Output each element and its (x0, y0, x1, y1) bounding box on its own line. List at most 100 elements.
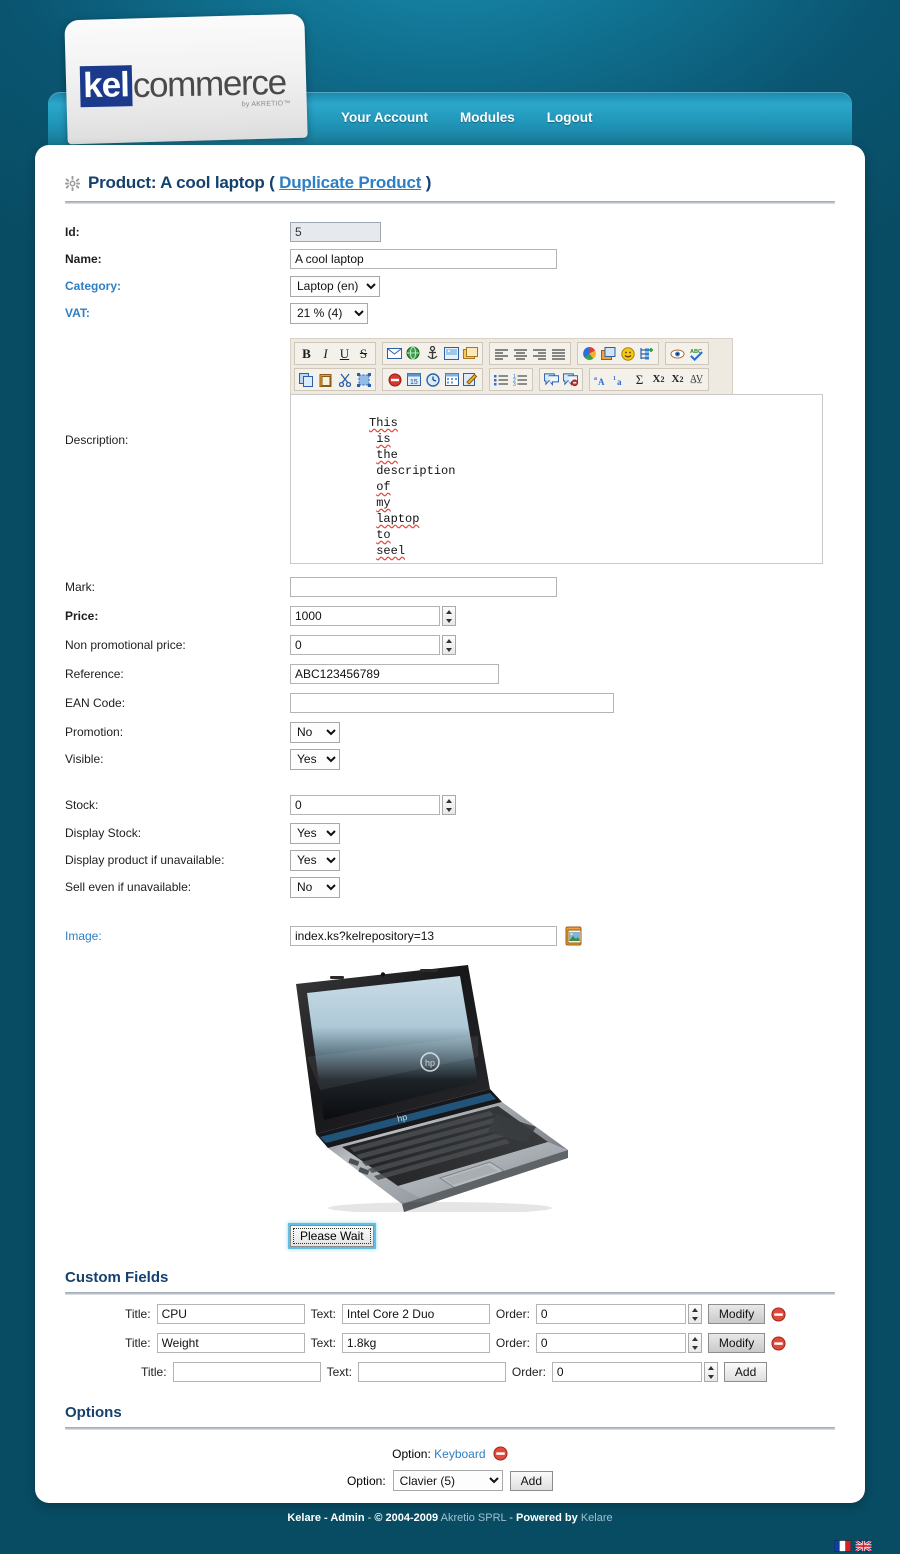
remove-comment-icon[interactable] (562, 371, 579, 388)
reference-input[interactable] (290, 664, 499, 684)
align-justify-icon[interactable] (550, 345, 567, 362)
text-highlight-icon[interactable]: 1a (612, 371, 629, 388)
custom-field-order-input[interactable] (535, 1304, 686, 1324)
flag-fr-icon[interactable] (834, 1540, 851, 1552)
option-select[interactable]: Clavier (5) (392, 1470, 503, 1491)
sell-if-unavailable-select[interactable]: No (290, 876, 340, 898)
subscript-icon[interactable]: X2 (650, 371, 667, 388)
add-comment-icon[interactable] (543, 371, 560, 388)
gallery-icon[interactable] (600, 345, 617, 362)
italic-icon[interactable]: I (317, 345, 334, 362)
custom-field-new-order-input[interactable] (551, 1362, 702, 1382)
category-select[interactable]: Laptop (en) (290, 275, 380, 297)
custom-field-modify-button[interactable]: Modify (707, 1333, 766, 1353)
desc-word: the (376, 448, 398, 462)
superscript-icon[interactable]: X2 (669, 371, 686, 388)
vat-select[interactable]: 21 % (4) (290, 302, 368, 324)
custom-field-new-text-label: Text: (326, 1365, 352, 1379)
custom-field-new-text-input[interactable] (357, 1362, 506, 1382)
id-input[interactable] (290, 222, 381, 242)
ean-code-input[interactable] (290, 693, 614, 713)
custom-field-order-stepper (535, 1304, 702, 1324)
visible-select[interactable]: Yes (290, 748, 340, 770)
web-link-icon[interactable] (405, 345, 422, 362)
nav-item-logout[interactable]: Logout (547, 110, 593, 125)
edit-note-icon[interactable] (462, 371, 479, 388)
non-promo-price-spinner[interactable] (442, 635, 456, 655)
nav-item-modules[interactable]: Modules (460, 110, 515, 125)
copy-icon[interactable] (298, 371, 315, 388)
paste-icon[interactable] (317, 371, 334, 388)
non-promo-price-input[interactable] (290, 635, 440, 655)
email-link-icon[interactable] (386, 345, 403, 362)
label-promotion: Promotion: (65, 725, 124, 739)
display-stock-select[interactable]: Yes (290, 822, 340, 844)
numbered-list-icon[interactable]: 123 (512, 371, 529, 388)
custom-field-text-input[interactable] (341, 1304, 490, 1324)
display-if-unavailable-select[interactable]: Yes (290, 849, 340, 871)
insert-media-icon[interactable] (462, 345, 479, 362)
option-delete-icon[interactable] (493, 1446, 508, 1461)
custom-field-delete-icon[interactable] (771, 1306, 786, 1322)
product-form: Id: Name: Category: Laptop (en) VAT: 21 … (65, 220, 835, 1247)
custom-field-new-title-input[interactable] (172, 1362, 321, 1382)
smiley-icon[interactable] (619, 345, 636, 362)
text-color-icon[interactable]: aA (593, 371, 610, 388)
align-left-icon[interactable] (493, 345, 510, 362)
add-tree-node-icon[interactable] (638, 345, 655, 362)
custom-field-new-order-spinner[interactable] (703, 1362, 718, 1382)
kerning-icon[interactable]: A̲V̲ (688, 371, 705, 388)
stock-spinner[interactable] (442, 795, 456, 815)
page-header: Product: A cool laptop ( Duplicate Produ… (65, 173, 835, 193)
custom-field-order-spinner[interactable] (687, 1304, 702, 1324)
name-input[interactable] (290, 249, 557, 269)
custom-field-title-input[interactable] (156, 1333, 305, 1353)
flag-en-icon[interactable] (855, 1540, 872, 1552)
label-price: Price: (65, 609, 99, 623)
please-wait-button[interactable]: Please Wait (290, 1225, 374, 1247)
custom-field-add-button[interactable]: Add (723, 1362, 768, 1382)
price-input[interactable] (290, 606, 440, 626)
option-keyboard-link[interactable]: Keyboard (434, 1447, 485, 1461)
bullet-list-icon[interactable] (493, 371, 510, 388)
strikethrough-icon[interactable]: S (355, 345, 372, 362)
bold-icon[interactable]: B (298, 345, 315, 362)
clock-time-icon[interactable] (424, 371, 441, 388)
option-add-button[interactable]: Add (509, 1470, 554, 1491)
toolbar-group-objects: 15 (382, 368, 483, 391)
cut-icon[interactable] (336, 371, 353, 388)
underline-icon[interactable]: U (336, 345, 353, 362)
custom-field-title-input[interactable] (156, 1304, 305, 1324)
site-logo[interactable]: kelcommerce by AKRETIO™ (64, 13, 308, 145)
site-header: Your Account Modules Logout kelcommerce … (0, 0, 900, 148)
image-browse-icon[interactable] (565, 926, 584, 946)
custom-field-order-spinner[interactable] (687, 1333, 702, 1353)
toolbar-group-media (577, 342, 659, 365)
sigma-symbol-icon[interactable]: Σ (631, 371, 648, 388)
mark-input[interactable] (290, 577, 557, 597)
custom-field-order-input[interactable] (535, 1333, 686, 1353)
anchor-icon[interactable] (424, 345, 441, 362)
insert-image-icon[interactable] (443, 345, 460, 362)
nav-item-your-account[interactable]: Your Account (341, 110, 428, 125)
calendar-icon[interactable] (443, 371, 460, 388)
image-path-input[interactable] (290, 926, 557, 946)
calendar-date-icon[interactable]: 15 (405, 371, 422, 388)
description-textarea[interactable]: This is the description of my laptop to … (290, 394, 823, 564)
preview-eye-icon[interactable] (669, 345, 686, 362)
align-right-icon[interactable] (531, 345, 548, 362)
custom-field-delete-icon[interactable] (771, 1335, 786, 1351)
price-spinner[interactable] (442, 606, 456, 626)
custom-field-title-label: Title: (125, 1307, 151, 1321)
color-wheel-icon[interactable] (581, 345, 598, 362)
promotion-select[interactable]: No (290, 721, 340, 743)
delete-forbidden-icon[interactable] (386, 371, 403, 388)
custom-field-modify-button[interactable]: Modify (707, 1304, 766, 1324)
svg-text:15: 15 (410, 379, 418, 386)
duplicate-product-link[interactable]: Duplicate Product (279, 173, 421, 192)
stock-input[interactable] (290, 795, 440, 815)
select-all-icon[interactable] (355, 371, 372, 388)
custom-field-text-input[interactable] (341, 1333, 490, 1353)
spellcheck-icon[interactable]: ABC (688, 345, 705, 362)
align-center-icon[interactable] (512, 345, 529, 362)
